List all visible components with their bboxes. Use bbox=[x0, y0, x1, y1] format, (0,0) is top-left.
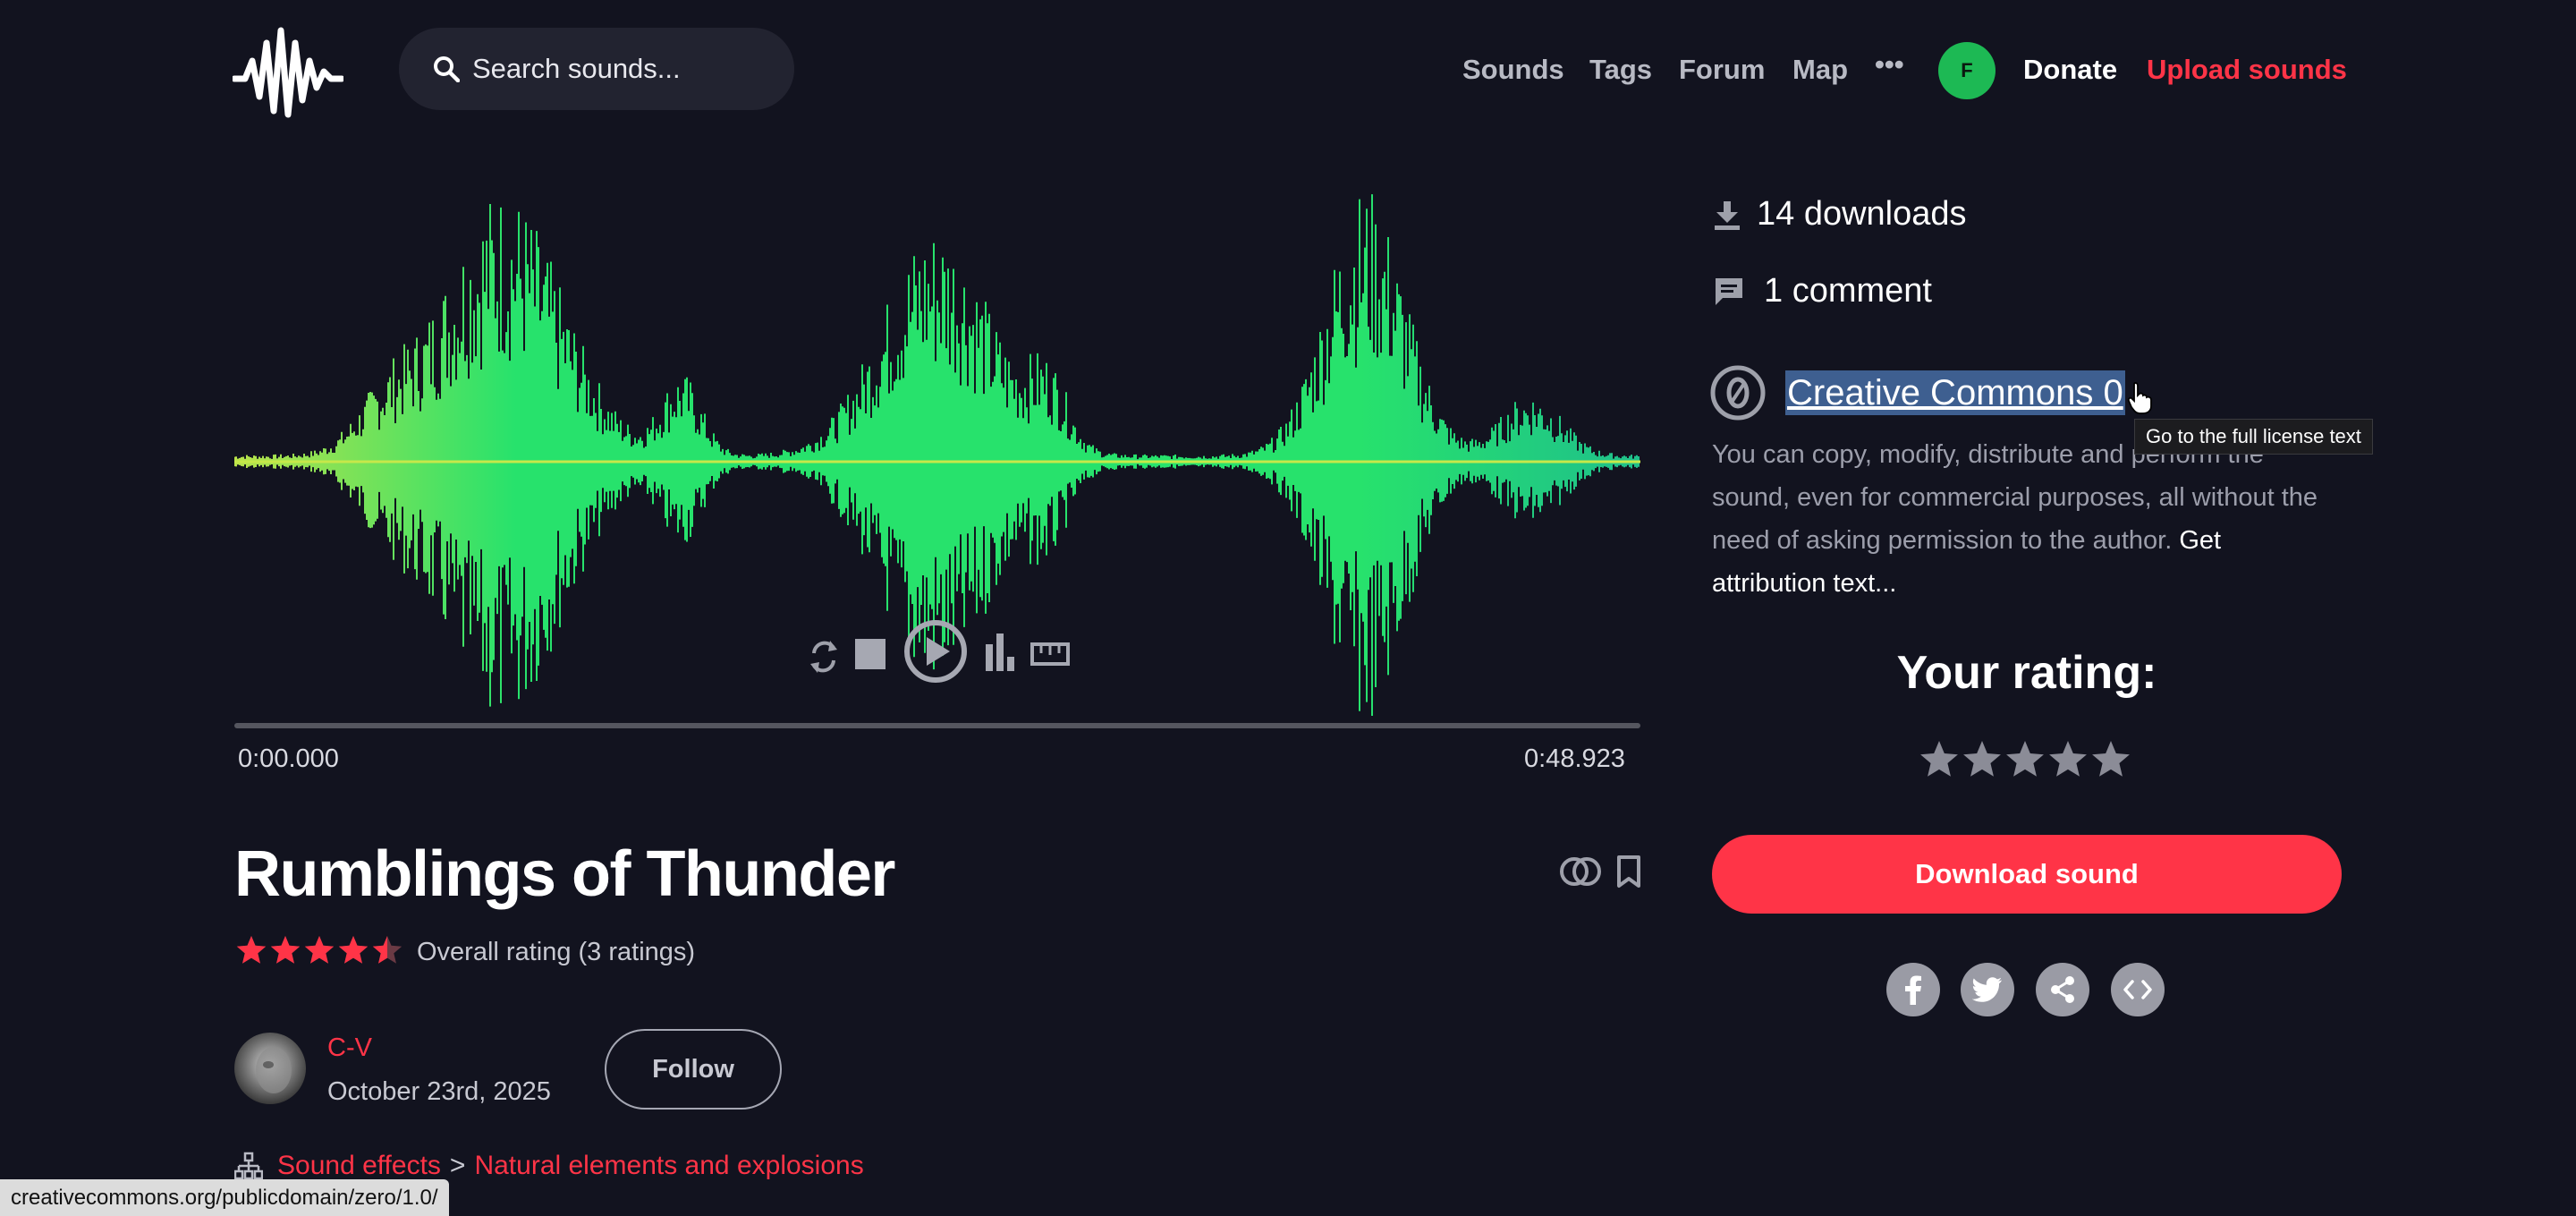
overall-star-3-fill bbox=[304, 936, 335, 964]
stop-icon[interactable] bbox=[855, 639, 886, 669]
loop-icon[interactable] bbox=[810, 641, 837, 673]
title-actions bbox=[1560, 855, 1640, 888]
user-rating-stars[interactable] bbox=[1918, 739, 2136, 784]
subcategory-link[interactable]: Natural elements and explosions bbox=[474, 1151, 863, 1181]
your-rating-heading: Your rating: bbox=[1896, 647, 2157, 699]
breadcrumb: Sound effects > Natural elements and exp… bbox=[234, 1151, 864, 1181]
upload-sounds-link[interactable]: Upload sounds bbox=[2147, 54, 2347, 86]
embed-icon[interactable] bbox=[2111, 963, 2165, 1016]
twitter-icon[interactable] bbox=[1961, 963, 2014, 1016]
breadcrumb-separator: > bbox=[449, 1151, 466, 1180]
download-icon bbox=[1715, 200, 1740, 230]
overall-star-1-fill bbox=[236, 936, 267, 964]
cc-zero-icon bbox=[1710, 365, 1766, 421]
uploader-avatar[interactable] bbox=[234, 1033, 306, 1104]
time-start: 0:00.000 bbox=[238, 744, 339, 773]
category-tree-icon bbox=[234, 1152, 263, 1180]
pointer-cursor-icon bbox=[2127, 382, 2152, 414]
share-icon[interactable] bbox=[2036, 963, 2089, 1016]
browser-status-bar: creativecommons.org/publicdomain/zero/1.… bbox=[0, 1179, 449, 1216]
nav-sounds[interactable]: Sounds bbox=[1462, 54, 1564, 86]
downloads-count: 14 downloads bbox=[1757, 195, 1967, 233]
spectrogram-icon[interactable] bbox=[986, 634, 1014, 671]
sound-title: Rumblings of Thunder bbox=[234, 838, 895, 910]
user-star-2[interactable] bbox=[1963, 741, 2001, 777]
similar-sounds-icon[interactable] bbox=[1560, 857, 1601, 886]
overall-star-4-fill bbox=[338, 936, 369, 964]
download-sound-button[interactable]: Download sound bbox=[1712, 835, 2342, 914]
more-menu-icon[interactable]: ••• bbox=[1875, 48, 1904, 81]
user-avatar-menu[interactable]: F bbox=[1938, 42, 1996, 99]
license-link[interactable]: Creative Commons 0 bbox=[1785, 370, 2125, 415]
play-icon[interactable] bbox=[904, 620, 967, 683]
upload-date: October 23rd, 2025 bbox=[327, 1077, 551, 1106]
donate-link[interactable]: Donate bbox=[2023, 54, 2117, 86]
nav-forum[interactable]: Forum bbox=[1679, 54, 1765, 86]
overall-rating: Overall rating (3 ratings) bbox=[234, 934, 695, 970]
progress-bar[interactable] bbox=[234, 723, 1640, 728]
user-star-1[interactable] bbox=[1920, 741, 1958, 777]
downloads-stat: 14 downloads bbox=[1714, 195, 1967, 234]
ruler-icon[interactable] bbox=[1030, 642, 1070, 666]
player-controls bbox=[810, 620, 1070, 683]
time-end: 0:48.923 bbox=[1524, 744, 1625, 773]
comment-icon bbox=[1716, 277, 1742, 305]
uploader-username[interactable]: C-V bbox=[327, 1033, 372, 1063]
rating-text: Overall rating (3 ratings) bbox=[417, 937, 696, 966]
license-tooltip: Go to the full license text bbox=[2134, 419, 2373, 455]
bookmark-icon[interactable] bbox=[1617, 855, 1640, 888]
comments-count: 1 comment bbox=[1764, 272, 1932, 310]
user-star-4[interactable] bbox=[2049, 741, 2087, 777]
license-text: You can copy, modify, distribute and per… bbox=[1712, 440, 2318, 555]
user-star-3[interactable] bbox=[2006, 741, 2044, 777]
category-link[interactable]: Sound effects bbox=[277, 1151, 441, 1181]
license-description: You can copy, modify, distribute and per… bbox=[1712, 433, 2329, 605]
comments-stat[interactable]: 1 comment bbox=[1714, 272, 1932, 310]
nav-map[interactable]: Map bbox=[1792, 54, 1848, 86]
nav-tags[interactable]: Tags bbox=[1589, 54, 1652, 86]
facebook-icon[interactable] bbox=[1886, 963, 1940, 1016]
rating-stars-icon bbox=[236, 936, 402, 964]
user-star-5[interactable] bbox=[2092, 741, 2130, 777]
overall-star-2-fill bbox=[270, 936, 301, 964]
follow-button[interactable]: Follow bbox=[605, 1029, 782, 1110]
